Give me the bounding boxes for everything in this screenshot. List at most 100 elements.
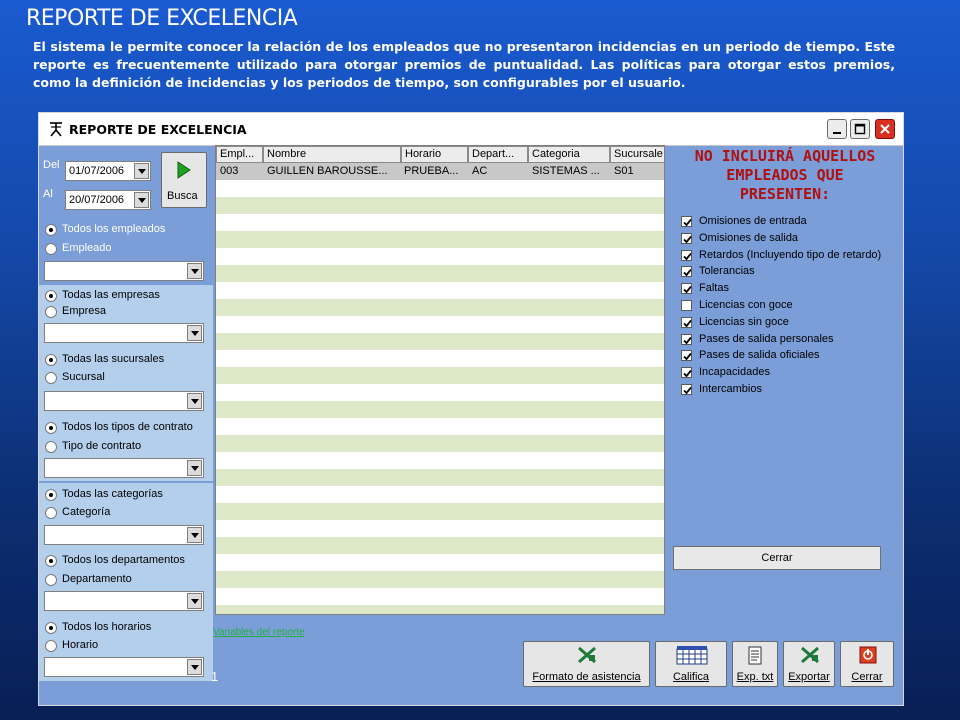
column-header-employee-id[interactable]: Empl... (216, 146, 263, 163)
maximize-button[interactable] (850, 119, 870, 139)
exclusion-label: Faltas (699, 282, 729, 295)
column-header-department[interactable]: Depart... (468, 146, 528, 163)
empty-table-row (216, 469, 664, 486)
grade-button[interactable]: Califica (655, 641, 727, 687)
empty-table-row (216, 588, 664, 605)
empty-table-row (216, 503, 664, 520)
exclusion-label: Incapacidades (699, 366, 770, 379)
branch-select[interactable] (44, 391, 204, 411)
company-select[interactable] (44, 323, 204, 343)
empty-table-row (216, 486, 664, 503)
checkmark-icon[interactable] (681, 333, 692, 345)
exclusion-label: Tolerancias (699, 265, 755, 278)
checkmark-icon[interactable] (681, 350, 692, 362)
slide-title: REPORTE DE EXCELENCIA (26, 6, 298, 31)
report-variables-link[interactable]: Variables del reporte (213, 627, 305, 638)
empty-table-row (216, 452, 664, 469)
report-window: REPORTE DE EXCELENCIA Del 01/07/2006 Al … (38, 112, 904, 706)
empty-table-row (216, 537, 664, 554)
employee-select[interactable] (44, 261, 204, 281)
excel-icon (801, 646, 819, 664)
empty-table-row (216, 571, 664, 588)
empty-table-row (216, 316, 664, 333)
table-row[interactable]: 003 GUILLEN BAROUSSE... PRUEBA... AC SIS… (216, 163, 664, 180)
text-file-icon (748, 646, 762, 665)
exit-icon (859, 646, 877, 664)
empty-table-row (216, 299, 664, 316)
exclusion-label: Licencias con goce (699, 299, 793, 311)
minimize-button[interactable] (827, 119, 847, 139)
chevron-down-icon[interactable] (187, 325, 202, 341)
checkmark-icon[interactable] (681, 266, 692, 278)
cell-schedule: PRUEBA... (404, 165, 459, 177)
checkbox-empty-icon[interactable] (681, 300, 692, 311)
filter-group-department: Todos los departamentos Departamento (39, 549, 213, 615)
filter-group-contract: Todos los tipos de contrato Tipo de cont… (39, 415, 213, 481)
from-date-value: 01/07/2006 (69, 165, 125, 177)
column-header-name[interactable]: Nombre (263, 146, 401, 163)
excel-icon (578, 646, 596, 664)
empty-table-row (216, 231, 664, 248)
column-header-branch[interactable]: Sucursale (610, 146, 664, 163)
chevron-down-icon[interactable] (187, 527, 202, 543)
search-button[interactable]: Busca (161, 152, 207, 208)
checkmark-icon[interactable] (681, 316, 692, 328)
filter-group-branch: Todas las sucursales Sucursal (39, 349, 213, 415)
exclusion-title: NO INCLUIRÁ AQUELLOS EMPLEADOS QUE PRESE… (667, 147, 903, 204)
empty-table-row (216, 333, 664, 350)
checkmark-icon[interactable] (681, 216, 692, 227)
column-header-category[interactable]: Categoria (528, 146, 610, 163)
from-date-label: Del (43, 159, 60, 171)
filter-panel: Del 01/07/2006 Al 20/07/2006 Busca Todos… (39, 145, 213, 706)
empty-table-row (216, 384, 664, 401)
empty-table-row (216, 435, 664, 452)
category-select[interactable] (44, 525, 204, 545)
attendance-format-button[interactable]: Formato de asistencia (523, 641, 650, 687)
checkmark-icon[interactable] (681, 367, 692, 379)
exclusion-panel: NO INCLUIRÁ AQUELLOS EMPLEADOS QUE PRESE… (667, 145, 903, 615)
close-button[interactable]: Cerrar (673, 546, 881, 570)
to-date-picker[interactable]: 20/07/2006 (65, 190, 151, 210)
footer-close-button[interactable]: Cerrar (840, 641, 894, 687)
results-grid[interactable]: Empl... Nombre Horario Depart... Categor… (215, 145, 665, 615)
contract-select[interactable] (44, 458, 204, 478)
cell-name: GUILLEN BAROUSSE... (267, 165, 388, 177)
chevron-down-icon[interactable] (187, 393, 202, 409)
column-header-schedule[interactable]: Horario (401, 146, 468, 163)
grid-header: Empl... Nombre Horario Depart... Categor… (216, 146, 664, 163)
schedule-select[interactable] (44, 657, 204, 677)
empty-table-row (216, 520, 664, 537)
window-title: REPORTE DE EXCELENCIA (69, 122, 247, 137)
minimize-icon (833, 132, 841, 134)
window-close-button[interactable] (875, 119, 895, 139)
empty-table-row (216, 265, 664, 282)
exclusion-label: Intercambios (699, 383, 762, 395)
chevron-down-icon[interactable] (187, 659, 202, 675)
empty-table-row (216, 605, 664, 614)
chevron-down-icon[interactable] (187, 263, 202, 279)
exclusion-label: Pases de salida personales (699, 332, 834, 345)
from-date-picker[interactable]: 01/07/2006 (65, 161, 151, 181)
checkmark-icon[interactable] (681, 249, 692, 261)
chevron-down-icon[interactable] (134, 163, 149, 179)
cell-category: SISTEMAS ... (532, 165, 600, 177)
chevron-down-icon[interactable] (134, 192, 149, 208)
export-txt-button[interactable]: Exp. txt (732, 641, 778, 687)
checkmark-icon[interactable] (681, 283, 692, 295)
checkmark-icon[interactable] (681, 232, 692, 244)
empty-table-row (216, 282, 664, 299)
export-button[interactable]: Exportar (783, 641, 835, 687)
exclusion-label: Omisiones de salida (699, 231, 799, 244)
empty-table-row (216, 248, 664, 265)
exclusion-label: Pases de salida oficiales (699, 349, 820, 362)
department-select[interactable] (44, 591, 204, 611)
checkmark-icon[interactable] (681, 384, 692, 395)
exclusion-title-line: EMPLEADOS QUE (726, 166, 844, 184)
close-icon (880, 124, 890, 134)
exclusion-label: Retardos (Incluyendo tipo de retardo) (699, 248, 882, 261)
empty-table-row (216, 367, 664, 384)
calendar-icon (676, 646, 708, 665)
chevron-down-icon[interactable] (187, 460, 202, 476)
window-titlebar[interactable]: REPORTE DE EXCELENCIA (39, 113, 903, 146)
chevron-down-icon[interactable] (187, 593, 202, 609)
